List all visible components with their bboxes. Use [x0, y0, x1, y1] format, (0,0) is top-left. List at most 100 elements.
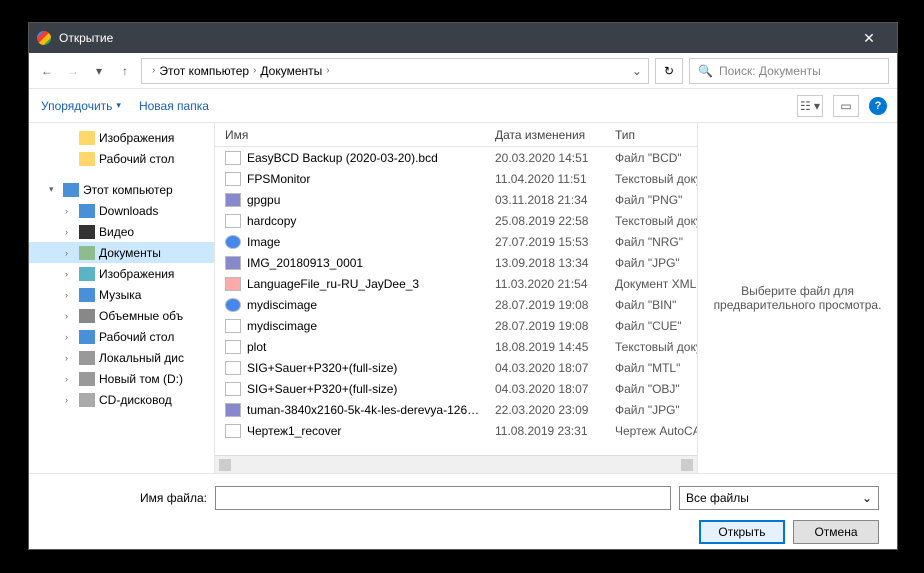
file-icon [225, 424, 241, 438]
file-name: Чертеж1_recover [247, 424, 341, 438]
crumb-folder[interactable]: Документы [260, 64, 322, 78]
file-row[interactable]: mydiscimage28.07.2019 19:08Файл "CUE" [215, 315, 697, 336]
file-row[interactable]: tuman-3840x2160-5k-4k-les-derevya-126…22… [215, 399, 697, 420]
help-icon[interactable]: ? [869, 97, 887, 115]
file-name: hardcopy [247, 214, 296, 228]
expand-icon[interactable]: › [65, 206, 75, 216]
file-row[interactable]: mydiscimage28.07.2019 19:08Файл "BIN" [215, 294, 697, 315]
file-row[interactable]: Image27.07.2019 15:53Файл "NRG" [215, 231, 697, 252]
tree-node[interactable]: › Изображения [29, 263, 214, 284]
expand-icon[interactable]: › [65, 290, 75, 300]
file-row[interactable]: plot18.08.2019 14:45Текстовый докум… [215, 336, 697, 357]
tree-node[interactable]: › Downloads [29, 200, 214, 221]
back-button[interactable]: ← [37, 61, 57, 81]
file-type: Текстовый докум… [615, 214, 697, 228]
file-type: Файл "PNG" [615, 193, 697, 207]
file-row[interactable]: EasyBCD Backup (2020-03-20).bcd20.03.202… [215, 147, 697, 168]
file-name: IMG_20180913_0001 [247, 256, 363, 270]
file-type: Файл "JPG" [615, 403, 697, 417]
file-name: FPSMonitor [247, 172, 310, 186]
tree-node[interactable]: ›Рабочий стол [29, 326, 214, 347]
tree-label: Музыка [99, 288, 141, 302]
preview-pane-button[interactable]: ▭ [833, 95, 859, 117]
file-icon [225, 277, 241, 291]
file-row[interactable]: IMG_20180913_000113.09.2018 13:34Файл "J… [215, 252, 697, 273]
pc-icon [63, 183, 79, 197]
address-dropdown-icon[interactable]: ⌄ [632, 64, 642, 78]
doc-icon [79, 246, 95, 260]
expand-icon[interactable]: › [65, 311, 75, 321]
view-mode-button[interactable]: ☷ ▾ [797, 95, 823, 117]
organize-button[interactable]: Упорядочить▾ [41, 99, 121, 113]
chevron-icon: › [253, 65, 256, 76]
folder-tree[interactable]: ИзображенияРабочий стол▾Этот компьютер›D… [29, 123, 215, 473]
disk-icon [79, 372, 95, 386]
filetype-filter[interactable]: Все файлы ⌄ [679, 486, 879, 510]
tree-node[interactable]: ›Видео [29, 221, 214, 242]
cd-icon [79, 393, 95, 407]
chevron-down-icon: ⌄ [862, 491, 872, 505]
close-icon[interactable]: ✕ [849, 30, 889, 47]
tree-node[interactable]: Изображения [29, 127, 214, 148]
tree-node[interactable]: ›Локальный дис [29, 347, 214, 368]
col-date[interactable]: Дата изменения [495, 128, 615, 142]
expand-icon[interactable]: › [65, 227, 75, 237]
file-row[interactable]: hardcopy 25.08.2019 22:58Текстовый докум… [215, 210, 697, 231]
tree-node[interactable]: ›Объемные объ [29, 305, 214, 326]
file-row[interactable]: SIG+Sauer+P320+(full-size)04.03.2020 18:… [215, 357, 697, 378]
file-icon [225, 382, 241, 396]
file-icon [225, 403, 241, 417]
mus-icon [79, 288, 95, 302]
expand-icon[interactable]: › [65, 395, 75, 405]
tree-node[interactable]: ▾Этот компьютер [29, 179, 214, 200]
file-icon [225, 361, 241, 375]
expand-icon[interactable]: › [65, 374, 75, 384]
file-icon [225, 235, 241, 249]
refresh-button[interactable]: ↻ [655, 58, 683, 84]
cancel-button[interactable]: Отмена [793, 520, 879, 544]
file-type: Файл "JPG" [615, 256, 697, 270]
expand-icon[interactable]: › [65, 353, 75, 363]
file-rows[interactable]: EasyBCD Backup (2020-03-20).bcd20.03.202… [215, 147, 697, 455]
up-button[interactable]: ↑ [115, 61, 135, 81]
horizontal-scrollbar[interactable] [215, 455, 697, 473]
tree-node[interactable]: › Новый том (D:) [29, 368, 214, 389]
file-date: 25.08.2019 22:58 [495, 214, 615, 228]
address-bar[interactable]: › Этот компьютер › Документы › ⌄ [141, 58, 649, 84]
new-folder-button[interactable]: Новая папка [139, 99, 209, 113]
col-name[interactable]: Имя [215, 128, 495, 142]
chevron-icon: › [326, 65, 329, 76]
filename-input[interactable] [215, 486, 671, 510]
tree-node[interactable]: › Музыка [29, 284, 214, 305]
file-row[interactable]: Чертеж1_recover11.08.2019 23:31Чертеж Au… [215, 420, 697, 441]
tree-label: Downloads [99, 204, 158, 218]
crumb-root[interactable]: Этот компьютер [159, 64, 249, 78]
file-type: Документ XML [615, 277, 697, 291]
col-type[interactable]: Тип [615, 128, 697, 142]
file-row[interactable]: FPSMonitor11.04.2020 11:51Текстовый доку… [215, 168, 697, 189]
forward-button[interactable]: → [63, 61, 83, 81]
expand-icon[interactable]: › [65, 332, 75, 342]
tree-node[interactable]: Рабочий стол [29, 148, 214, 169]
tree-label: Изображения [99, 267, 174, 281]
file-icon [225, 151, 241, 165]
file-row[interactable]: LanguageFile_ru-RU_JayDee_311.03.2020 21… [215, 273, 697, 294]
file-name: plot [247, 340, 266, 354]
bottom-panel: Имя файла: Все файлы ⌄ Открыть Отмена [29, 473, 897, 556]
file-row[interactable]: gpgpu03.11.2018 21:34Файл "PNG" [215, 189, 697, 210]
open-button[interactable]: Открыть [699, 520, 785, 544]
file-row[interactable]: SIG+Sauer+P320+(full-size)04.03.2020 18:… [215, 378, 697, 399]
file-date: 04.03.2020 18:07 [495, 382, 615, 396]
search-input[interactable]: 🔍 Поиск: Документы [689, 58, 889, 84]
file-type: Файл "MTL" [615, 361, 697, 375]
column-headers[interactable]: Имя Дата изменения Тип [215, 123, 697, 147]
file-icon [225, 193, 241, 207]
recent-dropdown[interactable]: ▾ [89, 61, 109, 81]
tree-label: Новый том (D:) [99, 372, 183, 386]
tree-node[interactable]: ›CD-дисковод [29, 389, 214, 410]
expand-icon[interactable]: › [65, 248, 75, 258]
disk-icon [79, 351, 95, 365]
expand-icon[interactable]: ▾ [49, 184, 59, 195]
tree-node[interactable]: ›Документы [29, 242, 214, 263]
expand-icon[interactable]: › [65, 269, 75, 279]
